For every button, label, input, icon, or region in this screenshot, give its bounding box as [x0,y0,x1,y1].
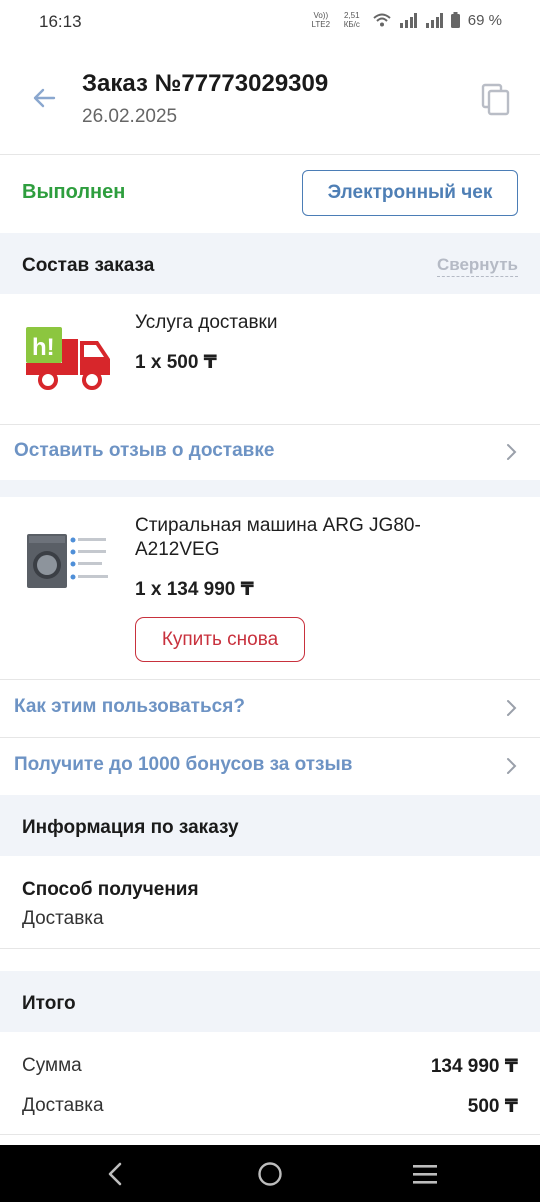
composition-title: Состав заказа [22,255,155,276]
chevron-right-icon [507,444,517,460]
signal-icon-2 [425,12,443,28]
copy-icon[interactable] [478,82,514,118]
signal-icon [399,12,417,28]
receive-method-label: Способ получения [22,879,199,900]
chevron-right-icon [507,700,517,716]
buy-again-button[interactable]: Купить снова [135,617,305,662]
page-title: Заказ №77773029309 [82,70,329,97]
item-qty-washing-machine: 1 x 134 990 ₸ [135,579,254,600]
info-title: Информация по заказу [22,817,239,838]
delivery-truck-logo: h! [26,327,110,390]
collapse-link[interactable]: Свернуть [436,255,518,277]
delivery-cost-value: 500 ₸ [467,1096,518,1117]
nav-back-icon[interactable] [104,1161,126,1187]
bonus-review-label: Получите до 1000 бонусов за отзыв [14,754,353,775]
volte-indicator: Vo)) LTE2 [311,11,331,29]
item-qty-delivery: 1 x 500 ₸ [135,352,217,373]
network-speed: 2,51 КБ/с [343,11,360,29]
total-header [0,971,540,1032]
how-to-use-label: Как этим пользоваться? [14,696,245,717]
nav-home-icon[interactable] [257,1161,283,1187]
order-date: 26.02.2025 [82,106,178,127]
order-status: Выполнен [22,181,126,203]
app-header: Заказ №77773029309 26.02.2025 [0,46,540,155]
how-to-use-link[interactable]: Как этим пользоваться? [0,680,540,736]
back-arrow-icon[interactable] [30,84,58,112]
chevron-right-icon [507,758,517,774]
status-time: 16:13 [39,12,82,31]
svg-text:h!: h! [32,334,55,361]
receive-method-value: Доставка [22,908,104,929]
delivery-cost-label: Доставка [22,1095,104,1116]
wifi-icon [373,13,391,27]
system-nav-bar [0,1145,540,1202]
total-title: Итого [22,993,76,1014]
nav-menu-icon[interactable] [412,1163,438,1185]
status-icons: Vo)) LTE2 2,51 КБ/с 69 % [311,11,502,29]
divider [0,948,540,949]
washing-machine-image [27,534,108,588]
battery-icon [450,12,460,28]
sum-label: Сумма [22,1055,82,1076]
section-spacer [0,480,540,497]
item-name-delivery: Услуга доставки [135,312,278,333]
electronic-receipt-button[interactable]: Электронный чек [302,170,518,216]
bonus-review-link[interactable]: Получите до 1000 бонусов за отзыв [0,738,540,794]
divider [0,1134,540,1135]
status-bar: 16:13 Vo)) LTE2 2,51 КБ/с 69 % [0,0,540,46]
delivery-review-label: Оставить отзыв о доставке [14,440,275,461]
delivery-review-link[interactable]: Оставить отзыв о доставке [0,424,540,480]
item-name-washing-machine: Стиральная машина ARG JG80-A212VEG [135,515,421,560]
sum-value: 134 990 ₸ [430,1056,518,1077]
battery-level: 69 % [467,11,502,29]
